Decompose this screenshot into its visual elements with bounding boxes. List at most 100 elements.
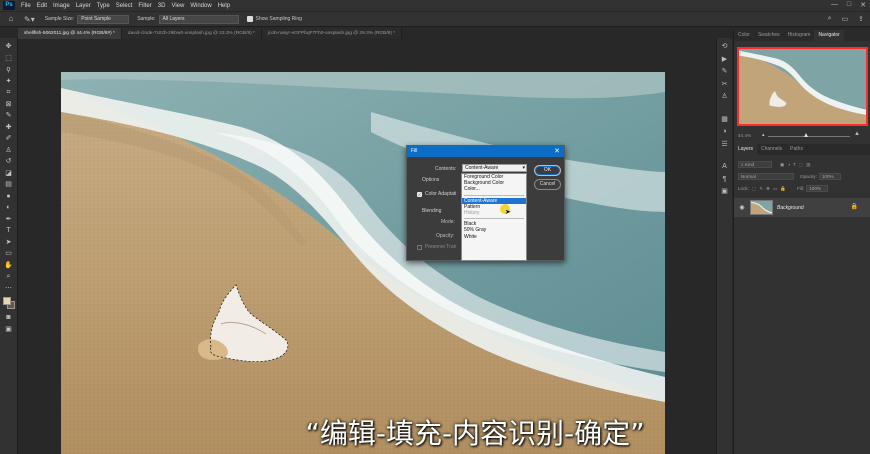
more-tools-icon[interactable]: ⋯ (3, 283, 15, 295)
preserve-transparency-checkbox[interactable] (417, 244, 422, 250)
contents-select[interactable]: Content-Aware ▾ (462, 164, 527, 172)
preserve-transparency-row[interactable]: Preserve Tran (417, 244, 456, 250)
zoom-in-icon[interactable]: ▲ (854, 131, 860, 137)
navigator-thumbnail[interactable] (737, 47, 868, 126)
menu-help[interactable]: Help (215, 3, 233, 9)
fill-field[interactable]: 100% (806, 185, 829, 192)
tab-shellfish[interactable]: shellfish-5062011.jpg @ 44.4% (RGB/8#) * (18, 28, 122, 39)
sample-size-select[interactable]: Point Sample (77, 14, 130, 24)
foreground-color-swatch[interactable] (2, 297, 11, 305)
properties-icon[interactable]: ☰ (720, 139, 730, 152)
brush-panel-icon[interactable]: ✎ (720, 66, 730, 79)
share-icon[interactable]: ⇪ (858, 15, 864, 23)
opacity-field[interactable]: 100% (818, 173, 841, 180)
tab-layers[interactable]: Layers (734, 144, 758, 155)
search-icon[interactable]: ⌕ (828, 15, 832, 23)
crop-tool-icon[interactable]: ⌗ (3, 87, 15, 99)
character-panel-icon[interactable]: A (720, 161, 730, 174)
cancel-button[interactable]: Cancel (534, 179, 561, 190)
tab-swatches[interactable]: Swatches (754, 30, 784, 41)
type-tool-icon[interactable]: T (3, 225, 15, 237)
history-panel-icon[interactable]: ⟲ (720, 41, 730, 54)
color-swatches[interactable] (2, 296, 16, 312)
frame-tool-icon[interactable]: ⊠ (3, 99, 15, 111)
zoom-out-icon[interactable]: ▴ (762, 132, 765, 138)
menu-filter[interactable]: Filter (135, 3, 154, 9)
glyphs-panel-icon[interactable]: ▣ (720, 186, 730, 199)
tab-david-clode[interactable]: david-clode-7Utzb-z9ibw0-unsplash.jpg @ … (121, 28, 262, 39)
tool-presets-icon[interactable]: ✂ (720, 79, 730, 92)
clone-source-icon[interactable]: ♙ (720, 91, 730, 104)
lasso-tool-icon[interactable]: ϙ (3, 64, 15, 76)
zoom-slider[interactable] (768, 136, 850, 137)
filter-icons[interactable]: ▣◑T⬚▥ (780, 162, 814, 168)
move-tool-icon[interactable]: ✥ (3, 41, 15, 53)
blend-mode-select[interactable]: Normal (738, 173, 794, 180)
eyedropper-tool-icon[interactable]: ✎▾ (24, 15, 35, 24)
actions-panel-icon[interactable]: ▶ (720, 54, 730, 67)
eraser-tool-icon[interactable]: ◪ (3, 168, 15, 180)
navigator-view-box[interactable] (737, 47, 868, 126)
history-brush-icon[interactable]: ↺ (3, 156, 15, 168)
tab-jcob-nasyr[interactable]: jcob-nasyr-eGFPbqF7Fh0-unsplash.jpg @ 39… (261, 28, 403, 39)
document-canvas[interactable] (61, 72, 665, 454)
paragraph-panel-icon[interactable]: ¶ (720, 174, 730, 187)
tab-color[interactable]: Color (734, 30, 754, 41)
tab-histogram[interactable]: Histogram (784, 30, 815, 41)
fill-dialog: Fill ✕ Contents: Content-Aware ▾ OK Canc… (406, 145, 565, 261)
quick-select-tool-icon[interactable]: ✦ (3, 76, 15, 88)
clone-stamp-icon[interactable]: ♙ (3, 145, 15, 157)
workspace-icon[interactable]: ▭ (842, 15, 849, 23)
menu-item-color[interactable]: Color... (462, 186, 526, 192)
color-adaptation-checkbox[interactable]: ✓ (417, 191, 422, 197)
marquee-tool-icon[interactable]: ⬚ (3, 53, 15, 65)
brush-tool-icon[interactable]: ✐ (3, 133, 15, 145)
menu-file[interactable]: File (18, 3, 34, 9)
layer-row-background[interactable]: ◉ Background 🔒 (734, 198, 870, 217)
gradient-tool-icon[interactable]: ▤ (3, 179, 15, 191)
eyedropper-tool-icon[interactable]: ✎ (3, 110, 15, 122)
dodge-tool-icon[interactable]: ◐ (3, 202, 15, 214)
menu-view[interactable]: View (168, 3, 187, 9)
tab-channels[interactable]: Channels (757, 144, 786, 155)
zoom-tool-icon[interactable]: ⌕ (3, 271, 15, 283)
menu-type[interactable]: Type (94, 3, 113, 9)
screen-mode-icon[interactable]: ▣ (3, 324, 15, 336)
quick-mask-icon[interactable]: ◙ (3, 312, 15, 324)
menu-edit[interactable]: Edit (34, 3, 50, 9)
color-adaptation-row[interactable]: ✓ Color Adaptati (417, 191, 456, 197)
lock-icon: 🔒 (850, 204, 858, 210)
sample-select[interactable]: All Layers (158, 14, 239, 24)
zoom-value[interactable]: 44.4% (738, 133, 751, 138)
layer-name[interactable]: Background (777, 205, 804, 211)
show-ring-checkbox[interactable] (246, 16, 253, 22)
close-icon[interactable]: ✕ (554, 146, 560, 157)
pen-tool-icon[interactable]: ✒ (3, 214, 15, 226)
lock-icons[interactable]: ⬚✎✥▭🔒 (752, 186, 789, 192)
healing-brush-icon[interactable]: ✚ (3, 122, 15, 134)
maximize-button[interactable]: □ (847, 1, 851, 9)
eye-icon[interactable]: ◉ (737, 204, 747, 211)
close-button[interactable]: ✕ (860, 1, 866, 9)
menu-layer[interactable]: Layer (73, 3, 94, 9)
zoom-slider-handle[interactable] (804, 133, 808, 137)
dialog-title-bar[interactable]: Fill ✕ (407, 146, 564, 157)
tab-navigator[interactable]: Navigator (814, 30, 844, 41)
minimize-button[interactable]: — (831, 1, 838, 9)
libraries-icon[interactable]: ▦ (720, 114, 730, 127)
tab-paths[interactable]: Paths (786, 144, 807, 155)
path-select-icon[interactable]: ➤ (3, 237, 15, 249)
contents-label: Contents: (435, 166, 457, 172)
menu-image[interactable]: Image (50, 3, 73, 9)
kind-filter-select[interactable]: ⌕ Kind (738, 161, 772, 168)
menu-3d[interactable]: 3D (155, 3, 169, 9)
shape-tool-icon[interactable]: ▭ (3, 248, 15, 260)
menu-item-white[interactable]: White (462, 234, 526, 240)
ok-button[interactable]: OK (534, 165, 561, 176)
menu-select[interactable]: Select (113, 3, 136, 9)
blur-tool-icon[interactable]: ● (3, 191, 15, 203)
menu-window[interactable]: Window (187, 3, 214, 9)
adjustments-icon[interactable]: ◑ (720, 126, 730, 139)
home-icon[interactable]: ⌂ (6, 14, 16, 24)
hand-tool-icon[interactable]: ✋ (3, 260, 15, 272)
